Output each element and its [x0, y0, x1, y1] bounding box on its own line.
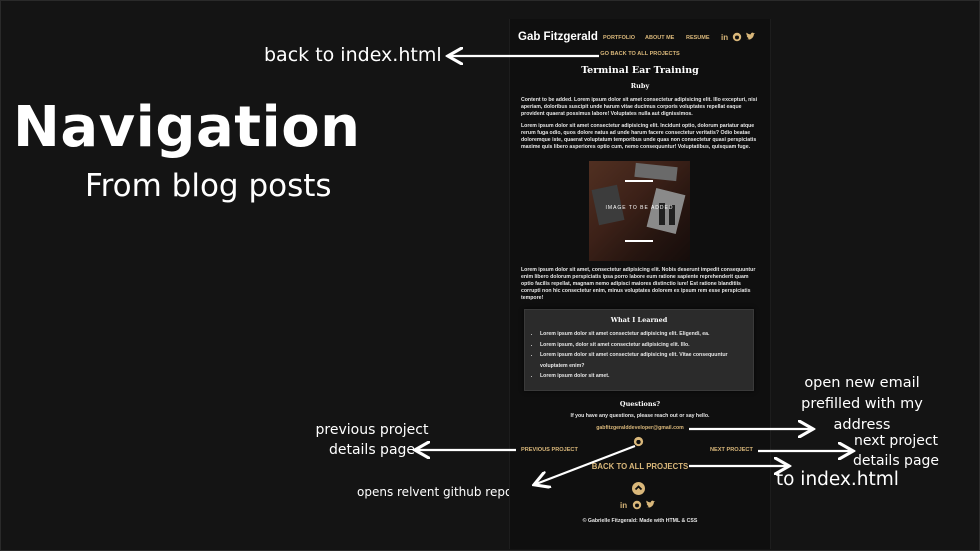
annotation-arrows — [1, 1, 979, 550]
arrow-github — [536, 444, 636, 484]
slide: Navigation From blog posts back to index… — [0, 0, 980, 551]
